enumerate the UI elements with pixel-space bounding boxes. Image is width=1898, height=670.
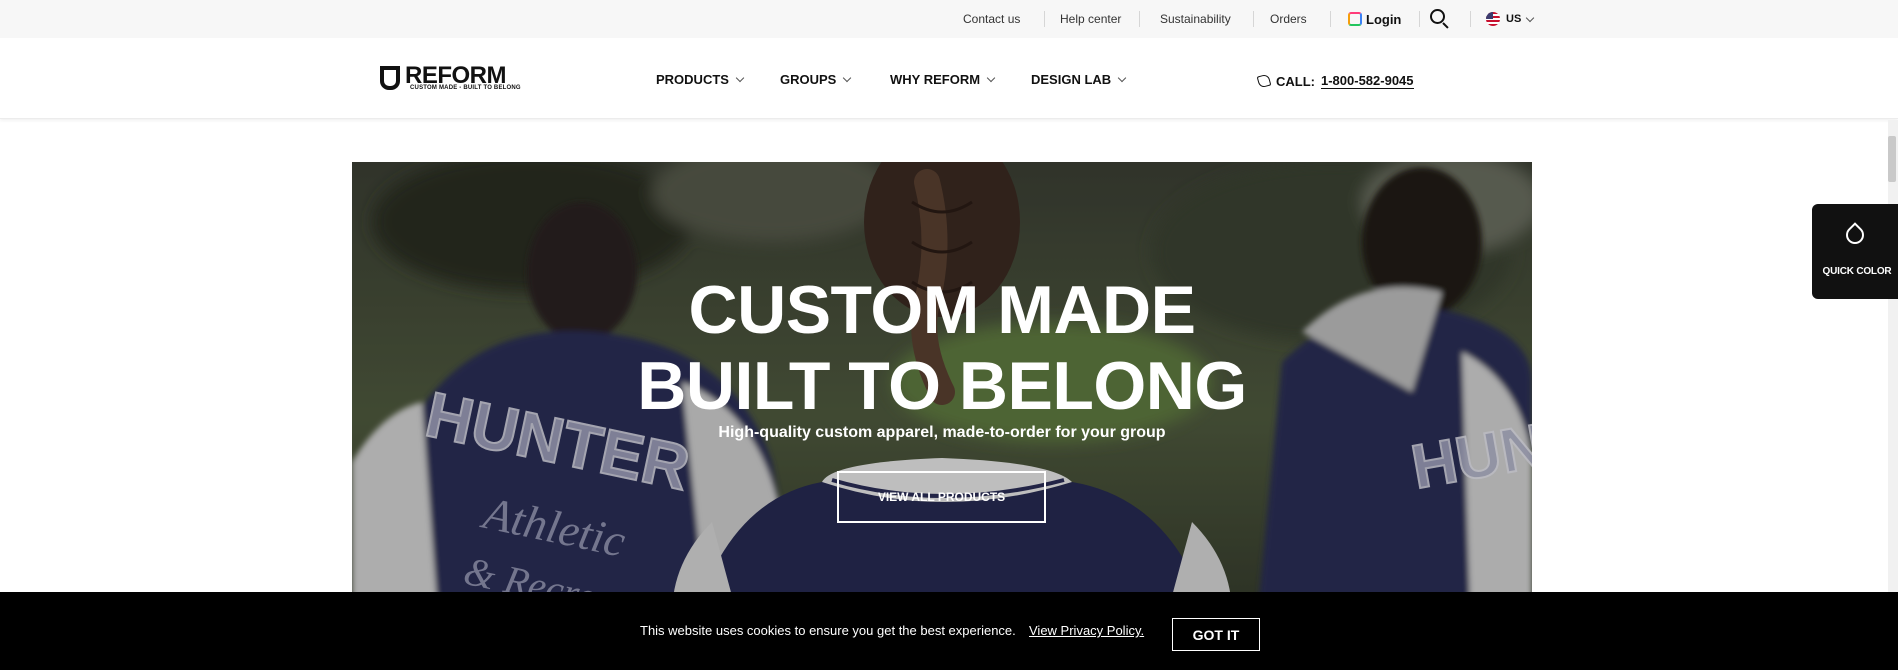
locale-label: US (1506, 13, 1522, 25)
utility-link-label[interactable]: Help center (1060, 12, 1121, 26)
chevron-down-icon (1526, 13, 1535, 22)
call-number[interactable]: 1-800-582-9045 (1321, 73, 1414, 89)
hero-title-line1: CUSTOM MADE (688, 272, 1196, 348)
divider (1330, 11, 1331, 27)
chevron-down-icon (735, 73, 745, 83)
nav-design-lab[interactable]: DESIGN LAB (1031, 72, 1127, 87)
scrollbar-thumb[interactable] (1888, 136, 1896, 182)
chevron-down-icon (1117, 73, 1127, 83)
reform-logo[interactable]: REFORM CUSTOM MADE - BUILT TO BELONG (380, 62, 525, 95)
nav-label: GROUPS (780, 72, 837, 87)
phone-icon (1256, 73, 1272, 89)
utility-link-orders[interactable]: Orders (1270, 0, 1307, 38)
utility-link-label[interactable]: Contact us (963, 12, 1020, 26)
nav-products[interactable]: PRODUCTS (656, 72, 745, 87)
login-button[interactable]: Login (1348, 12, 1401, 27)
scrollbar[interactable] (1888, 120, 1898, 670)
us-flag-icon (1486, 12, 1500, 26)
chevron-down-icon (843, 73, 852, 83)
chevron-down-icon (986, 73, 996, 83)
divider (1253, 11, 1254, 27)
utility-link-contact[interactable]: Contact us (963, 0, 1020, 38)
nav-groups[interactable]: GROUPS (780, 72, 852, 87)
utility-link-help[interactable]: Help center (1060, 0, 1121, 38)
hero-title-line2: BUILT TO BELONG (637, 348, 1247, 424)
main-header: REFORM CUSTOM MADE - BUILT TO BELONG PRO… (0, 38, 1898, 119)
divider (1139, 11, 1140, 27)
locale-selector[interactable]: US (1486, 12, 1535, 26)
cookie-message: This website uses cookies to ensure you … (640, 623, 1016, 638)
divider (1470, 11, 1471, 27)
drop-icon (1842, 222, 1868, 248)
utility-link-label[interactable]: Orders (1270, 12, 1307, 26)
quick-color-label: QUICK COLOR (1822, 266, 1892, 277)
nav-label: DESIGN LAB (1031, 72, 1112, 87)
nav-why-reform[interactable]: WHY REFORM (890, 72, 996, 87)
call-link[interactable]: CALL: 1-800-582-9045 (1256, 73, 1414, 89)
logo-tagline: CUSTOM MADE - BUILT TO BELONG (410, 85, 521, 91)
hero-subtitle: High-quality custom apparel, made-to-ord… (718, 424, 1166, 441)
search-icon[interactable] (1430, 9, 1450, 29)
divider (1419, 11, 1420, 27)
call-label: CALL: (1276, 73, 1315, 89)
quick-color-button[interactable]: QUICK COLOR (1812, 204, 1898, 299)
utility-link-label[interactable]: Sustainability (1160, 12, 1231, 26)
cookie-banner: This website uses cookies to ensure you … (0, 592, 1898, 670)
privacy-policy-link[interactable]: View Privacy Policy. (1029, 623, 1144, 638)
view-all-products-button[interactable]: VIEW ALL PRODUCTS (837, 471, 1046, 523)
utility-link-sustainability[interactable]: Sustainability (1160, 0, 1231, 38)
shield-logo-icon (380, 66, 400, 90)
divider (1044, 11, 1045, 27)
login-label: Login (1366, 11, 1402, 27)
utility-bar: Contact us Help center Sustainability Or… (0, 0, 1898, 38)
nav-label: WHY REFORM (890, 72, 981, 87)
got-it-button[interactable]: GOT IT (1172, 618, 1260, 651)
reform-app-icon (1348, 12, 1362, 26)
nav-label: PRODUCTS (656, 72, 729, 87)
